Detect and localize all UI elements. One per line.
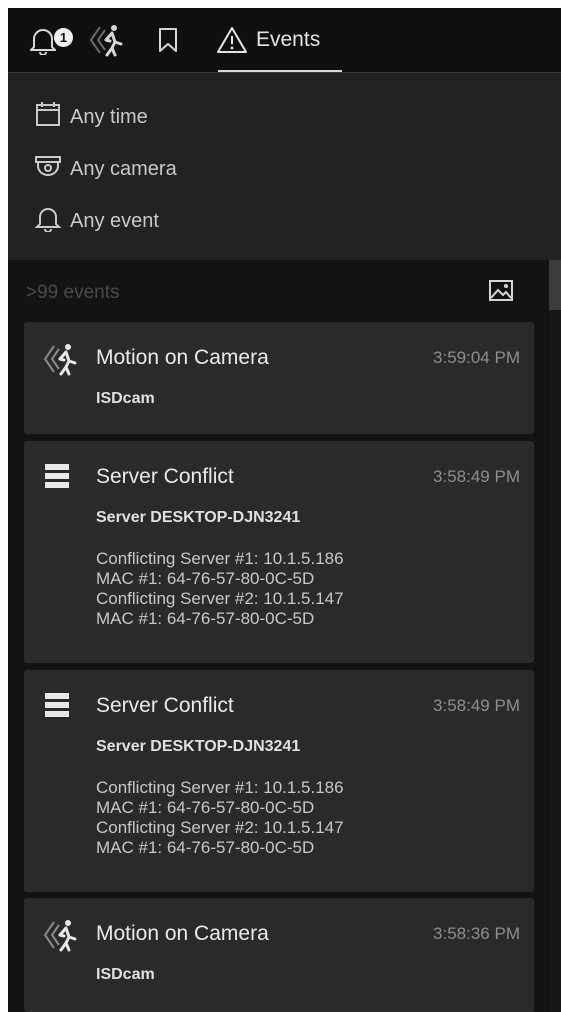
bell-icon	[34, 204, 70, 238]
event-card[interactable]: Server Conflict 3:58:49 PM Server DESKTO…	[24, 441, 534, 663]
tab-notifications[interactable]: 1	[30, 8, 80, 72]
detail-line: MAC #1: 64-76-57-80-0C-5D	[96, 609, 315, 628]
event-title: Motion on Camera	[96, 922, 269, 945]
scrollbar-thumb[interactable]	[549, 260, 561, 310]
tab-motion[interactable]	[88, 8, 132, 72]
active-tab-indicator	[218, 70, 342, 72]
camera-icon	[34, 152, 70, 186]
motion-icon	[42, 918, 78, 957]
detail-line: MAC #1: 64-76-57-80-0C-5D	[96, 838, 315, 857]
detail-line: MAC #1: 64-76-57-80-0C-5D	[96, 569, 315, 588]
event-details: Conflicting Server #1: 10.1.5.186 MAC #1…	[96, 778, 344, 858]
filter-event-label: Any event	[70, 209, 159, 232]
image-icon[interactable]	[488, 278, 514, 304]
tab-bar: 1 Events	[8, 8, 561, 73]
server-icon	[42, 461, 72, 496]
tab-events[interactable]: Events	[216, 8, 342, 72]
event-time: 3:58:36 PM	[433, 924, 520, 943]
event-source: Server DESKTOP-DJN3241	[96, 738, 301, 755]
event-title: Server Conflict	[96, 694, 234, 717]
server-icon	[42, 690, 72, 725]
event-card[interactable]: Server Conflict 3:58:49 PM Server DESKTO…	[24, 670, 534, 892]
event-results: >99 events Motion on Camera 3:59:04 PM I…	[8, 260, 561, 1012]
event-time: 3:58:49 PM	[433, 467, 520, 486]
motion-icon	[88, 23, 124, 57]
bell-icon	[30, 25, 56, 55]
notification-count-badge: 1	[54, 28, 73, 47]
detail-line: Conflicting Server #1: 10.1.5.186	[96, 549, 344, 568]
events-count: >99 events	[26, 282, 120, 303]
calendar-icon	[34, 100, 70, 134]
event-title: Motion on Camera	[96, 346, 269, 369]
filters-section: Any time Any camera Any event	[8, 73, 561, 260]
detail-line: Conflicting Server #2: 10.1.5.147	[96, 818, 344, 837]
event-details: Conflicting Server #1: 10.1.5.186 MAC #1…	[96, 549, 344, 629]
event-source: Server DESKTOP-DJN3241	[96, 509, 301, 526]
filter-event[interactable]: Any event	[34, 203, 159, 239]
event-time: 3:59:04 PM	[433, 348, 520, 367]
event-card[interactable]: Motion on Camera 3:58:36 PM ISDcam	[24, 898, 534, 1012]
tab-events-label: Events	[256, 28, 321, 51]
event-time: 3:58:49 PM	[433, 696, 520, 715]
right-panel: 1 Events Any time Any camera Any event >…	[8, 8, 561, 1012]
filter-camera[interactable]: Any camera	[34, 151, 177, 187]
detail-line: Conflicting Server #2: 10.1.5.147	[96, 589, 344, 608]
bookmark-icon	[158, 27, 178, 53]
motion-icon	[42, 342, 78, 381]
event-source: ISDcam	[96, 966, 155, 983]
scrollbar-track[interactable]	[549, 260, 561, 1012]
event-title: Server Conflict	[96, 465, 234, 488]
detail-line: Conflicting Server #1: 10.1.5.186	[96, 778, 344, 797]
filter-time[interactable]: Any time	[34, 99, 148, 135]
event-source: ISDcam	[96, 390, 155, 407]
filter-camera-label: Any camera	[70, 157, 177, 180]
event-card[interactable]: Motion on Camera 3:59:04 PM ISDcam	[24, 322, 534, 434]
tab-bookmarks[interactable]	[158, 8, 188, 72]
detail-line: MAC #1: 64-76-57-80-0C-5D	[96, 798, 315, 817]
filter-time-label: Any time	[70, 105, 148, 128]
warning-icon	[216, 26, 248, 54]
